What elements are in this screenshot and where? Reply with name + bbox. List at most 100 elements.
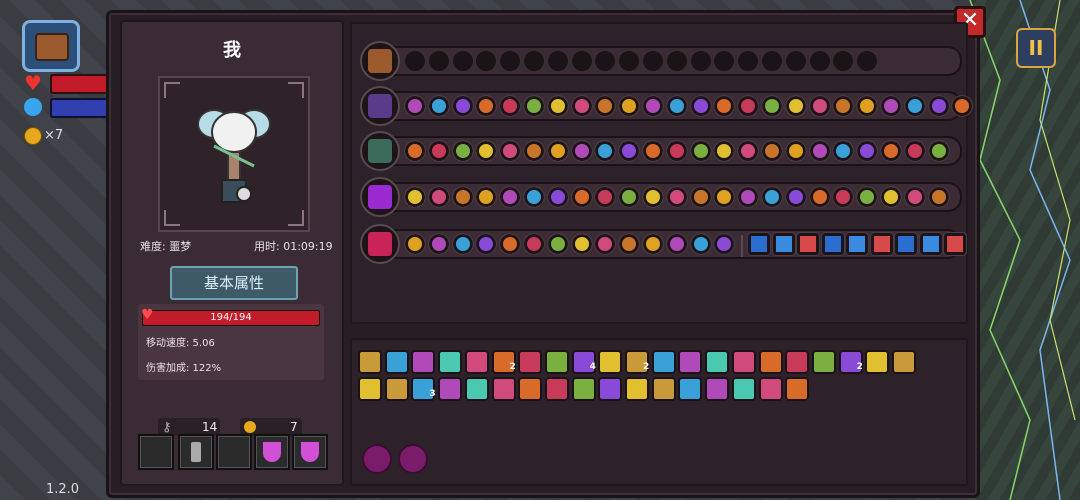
modifier-slot[interactable] bbox=[761, 140, 783, 162]
inventory-item[interactable] bbox=[544, 377, 569, 401]
modifier-slot[interactable] bbox=[784, 186, 807, 208]
modifier-slot[interactable] bbox=[665, 186, 688, 208]
modifier-slot[interactable] bbox=[856, 95, 879, 117]
modifier-slot[interactable] bbox=[499, 233, 522, 255]
modifier-slot[interactable] bbox=[903, 140, 926, 162]
modifier-slot[interactable] bbox=[927, 95, 950, 117]
modifier-slot[interactable] bbox=[427, 233, 450, 255]
modifier-slot[interactable] bbox=[570, 233, 593, 255]
modifier-slot[interactable] bbox=[880, 186, 902, 208]
modifier-slot[interactable] bbox=[404, 233, 426, 255]
modifier-slot[interactable] bbox=[404, 186, 426, 208]
slot-1[interactable] bbox=[138, 434, 174, 470]
modifier-slot[interactable] bbox=[451, 95, 474, 117]
modifier-slot[interactable] bbox=[523, 95, 545, 117]
modifier-slot[interactable] bbox=[475, 140, 498, 162]
modifier-slot[interactable] bbox=[546, 50, 569, 72]
modifier-slot[interactable] bbox=[618, 50, 641, 72]
tab-basic-attributes[interactable]: 基本属性 bbox=[170, 266, 298, 300]
modifier-slot[interactable] bbox=[427, 140, 450, 162]
inventory-chest-button[interactable] bbox=[22, 20, 80, 72]
modifier-slot[interactable] bbox=[761, 186, 783, 208]
modifier-slot[interactable] bbox=[546, 95, 569, 117]
modifier-slot[interactable] bbox=[594, 95, 617, 117]
modifier-slot[interactable] bbox=[475, 233, 498, 255]
inventory-item[interactable] bbox=[358, 377, 382, 401]
inventory-item[interactable] bbox=[464, 350, 489, 374]
slot-5[interactable] bbox=[292, 434, 328, 470]
modifier-slot[interactable] bbox=[427, 95, 450, 117]
modifier-slot[interactable] bbox=[499, 95, 522, 117]
slot-2[interactable] bbox=[178, 434, 214, 470]
modifier-slot[interactable] bbox=[570, 50, 593, 72]
modifier-slot[interactable] bbox=[594, 186, 617, 208]
modifier-slot[interactable] bbox=[546, 233, 569, 255]
modifier-slot[interactable] bbox=[665, 233, 688, 255]
slot-4[interactable] bbox=[254, 434, 290, 470]
modifier-slot[interactable] bbox=[570, 186, 593, 208]
modifier-slot[interactable] bbox=[927, 140, 950, 162]
modifier-slot[interactable] bbox=[427, 50, 450, 72]
modifier-slot[interactable] bbox=[689, 186, 712, 208]
modifier-slot[interactable] bbox=[475, 95, 498, 117]
spellbook-red-icon[interactable] bbox=[360, 224, 400, 264]
modifier-slot[interactable] bbox=[546, 186, 569, 208]
inventory-item[interactable] bbox=[438, 350, 463, 374]
inventory-item[interactable] bbox=[544, 350, 569, 374]
pause-button[interactable]: II bbox=[1016, 28, 1056, 68]
modifier-slot[interactable] bbox=[665, 95, 688, 117]
inventory-item[interactable] bbox=[518, 377, 543, 401]
inventory-item[interactable] bbox=[491, 377, 516, 401]
inventory-item[interactable] bbox=[384, 350, 409, 374]
modifier-slot[interactable] bbox=[820, 232, 845, 256]
modifier-slot[interactable] bbox=[618, 186, 641, 208]
modifier-slot[interactable] bbox=[856, 186, 879, 208]
inventory-item[interactable] bbox=[598, 350, 623, 374]
modifier-slot[interactable] bbox=[594, 140, 617, 162]
modifier-slot[interactable] bbox=[713, 233, 736, 255]
modifier-slot[interactable] bbox=[927, 186, 950, 208]
modifier-slot[interactable] bbox=[523, 233, 545, 255]
inventory-item[interactable] bbox=[731, 377, 756, 401]
modifier-slot[interactable] bbox=[808, 140, 831, 162]
inventory-item[interactable] bbox=[785, 350, 810, 374]
modifier-slot[interactable] bbox=[903, 95, 926, 117]
modifier-slot[interactable] bbox=[880, 140, 902, 162]
modifier-slot[interactable] bbox=[546, 140, 569, 162]
modifier-slot[interactable] bbox=[856, 140, 879, 162]
modifier-slot[interactable] bbox=[761, 50, 783, 72]
modifier-slot[interactable] bbox=[665, 50, 688, 72]
modifier-slot[interactable] bbox=[771, 232, 796, 256]
staff-icon[interactable] bbox=[360, 86, 400, 126]
inventory-item[interactable] bbox=[678, 350, 703, 374]
modifier-slot[interactable] bbox=[808, 186, 831, 208]
modifier-slot[interactable] bbox=[845, 232, 870, 256]
inventory-item[interactable] bbox=[358, 350, 382, 374]
modifier-slot[interactable] bbox=[642, 186, 664, 208]
modifier-slot[interactable] bbox=[832, 95, 855, 117]
modifier-slot[interactable] bbox=[832, 50, 855, 72]
skill-orb-2[interactable] bbox=[398, 444, 428, 474]
modifier-slot[interactable] bbox=[404, 140, 426, 162]
modifier-slot[interactable] bbox=[869, 232, 894, 256]
modifier-slot[interactable] bbox=[475, 186, 498, 208]
inventory-item[interactable] bbox=[598, 377, 623, 401]
modifier-slot[interactable] bbox=[747, 232, 772, 256]
modifier-slot[interactable] bbox=[713, 50, 736, 72]
modifier-slot[interactable] bbox=[903, 186, 926, 208]
modifier-slot[interactable] bbox=[427, 186, 450, 208]
inventory-item[interactable] bbox=[571, 377, 596, 401]
modifier-slot[interactable] bbox=[832, 140, 855, 162]
modifier-slot[interactable] bbox=[943, 232, 968, 256]
modifier-slot[interactable] bbox=[894, 232, 919, 256]
modifier-slot[interactable] bbox=[451, 233, 474, 255]
modifier-slot[interactable] bbox=[784, 50, 807, 72]
modifier-slot[interactable] bbox=[713, 140, 736, 162]
skill-orb-1[interactable] bbox=[362, 444, 392, 474]
modifier-slot[interactable] bbox=[689, 140, 712, 162]
slot-3[interactable] bbox=[216, 434, 252, 470]
inventory-item[interactable] bbox=[705, 350, 730, 374]
inventory-item[interactable] bbox=[758, 377, 783, 401]
inventory-item[interactable] bbox=[758, 350, 783, 374]
modifier-slot[interactable] bbox=[808, 95, 831, 117]
